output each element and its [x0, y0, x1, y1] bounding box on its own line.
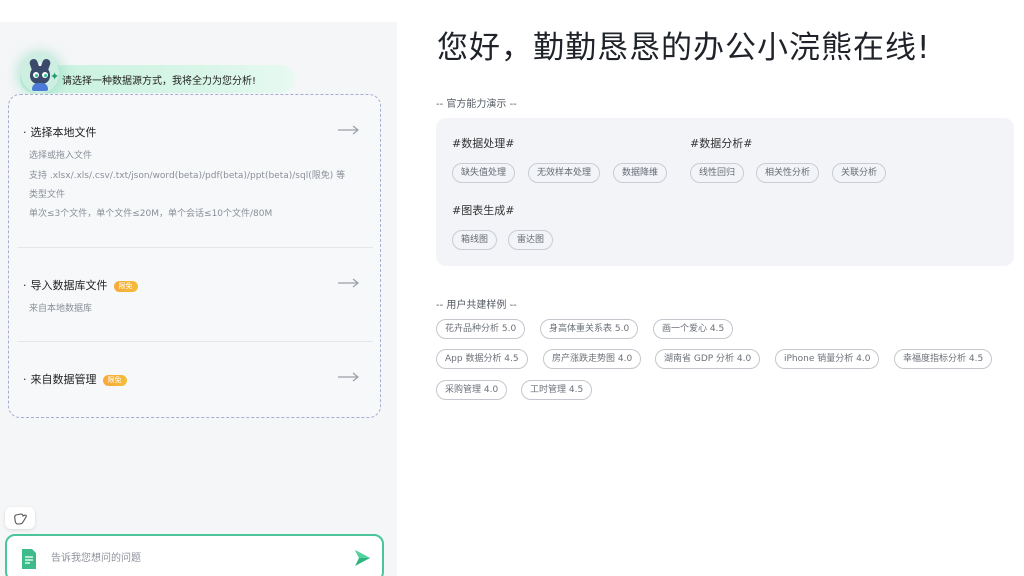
capability-chip[interactable]: 无效样本处理: [528, 163, 601, 183]
group-title-chart-generation: #图表生成#: [452, 204, 515, 217]
example-chip[interactable]: 采购管理 4.0: [436, 380, 508, 400]
examples-label: -- 用户共建样例 --: [436, 300, 517, 311]
capabilities-panel: #数据处理# 缺失值处理 无效样本处理 数据降维 #数据分析# 线性回归 相关性…: [436, 118, 1014, 266]
option-local-file-desc-2: 支持 .xlsx/.xls/.csv/.txt/json/word(beta)/…: [29, 171, 346, 181]
data-source-panel: · 选择本地文件 选择或拖入文件 支持 .xlsx/.xls/.csv/.txt/…: [8, 94, 381, 418]
chat-input[interactable]: [51, 548, 331, 568]
right-panel: 您好，勤勤恳恳的办公小浣熊在线! -- 官方能力演示 -- #数据处理# 缺失值…: [397, 0, 1024, 576]
option-local-file-desc-4: 单次≤3个文件，单个文件≤20M，单个会话≤10个文件/80M: [29, 209, 273, 219]
option-local-file-desc-3: 类型文件: [29, 190, 66, 200]
example-chip[interactable]: 房产涨跌走势图 4.0: [543, 349, 642, 369]
option-local-file[interactable]: · 选择本地文件 选择或拖入文件 支持 .xlsx/.xls/.csv/.txt/…: [9, 95, 380, 247]
capability-chip[interactable]: 关联分析: [832, 163, 887, 183]
free-badge: 限免: [113, 281, 138, 292]
example-chip[interactable]: 工时管理 4.5: [521, 380, 593, 400]
capability-chip[interactable]: 相关性分析: [756, 163, 820, 183]
capability-chip[interactable]: 雷达图: [508, 230, 554, 250]
example-chip[interactable]: 画一个爱心 4.5: [653, 319, 734, 339]
example-chip[interactable]: 身高体重关系表 5.0: [540, 319, 639, 339]
example-chip[interactable]: App 数据分析 4.5: [436, 349, 528, 369]
arrow-right-icon[interactable]: [338, 372, 360, 382]
example-chip[interactable]: iPhone 销量分析 4.0: [775, 349, 880, 369]
example-chip[interactable]: 花卉品种分析 5.0: [436, 319, 526, 339]
page-title: 您好，勤勤恳恳的办公小浣熊在线!: [437, 30, 931, 66]
send-icon[interactable]: [352, 548, 372, 568]
capability-chip[interactable]: 数据降维: [613, 163, 668, 183]
arrow-right-icon[interactable]: [338, 125, 360, 135]
left-top-strip: [0, 0, 397, 22]
sparkle-icon: ✦: [50, 70, 60, 83]
chat-input-box[interactable]: [5, 534, 384, 576]
group-title-data-processing: #数据处理#: [452, 137, 515, 150]
option-local-file-desc-1: 选择或拖入文件: [29, 151, 93, 161]
hand-icon[interactable]: [5, 507, 35, 529]
option-database-file-title: 导入数据库文件: [30, 279, 108, 292]
option-database-file[interactable]: · 导入数据库文件 限免 来自本地数据库: [9, 248, 380, 342]
group-title-data-analysis: #数据分析#: [690, 137, 753, 150]
arrow-right-icon[interactable]: [338, 278, 360, 288]
capability-chip[interactable]: 线性回归: [690, 163, 745, 183]
free-badge: 限免: [102, 375, 127, 386]
option-local-file-title: 选择本地文件: [30, 126, 97, 139]
example-chip[interactable]: 湖南省 GDP 分析 4.0: [655, 349, 761, 369]
example-chip[interactable]: 幸福度指标分析 4.5: [894, 349, 993, 369]
option-database-file-desc: 来自本地数据库: [29, 304, 93, 314]
document-icon[interactable]: [20, 548, 38, 574]
capabilities-label: -- 官方能力演示 --: [436, 99, 517, 110]
greeting-text: 请选择一种数据源方式，我将全力为您分析!: [62, 76, 257, 87]
option-data-management-title: 来自数据管理: [30, 373, 97, 386]
capability-chip[interactable]: 缺失值处理: [452, 163, 516, 183]
option-data-management[interactable]: · 来自数据管理 限免: [9, 342, 380, 417]
left-panel: ✦ 请选择一种数据源方式，我将全力为您分析! · 选择本地文件 选择或拖入文件 支…: [0, 0, 397, 576]
capability-chip[interactable]: 箱线图: [452, 230, 498, 250]
